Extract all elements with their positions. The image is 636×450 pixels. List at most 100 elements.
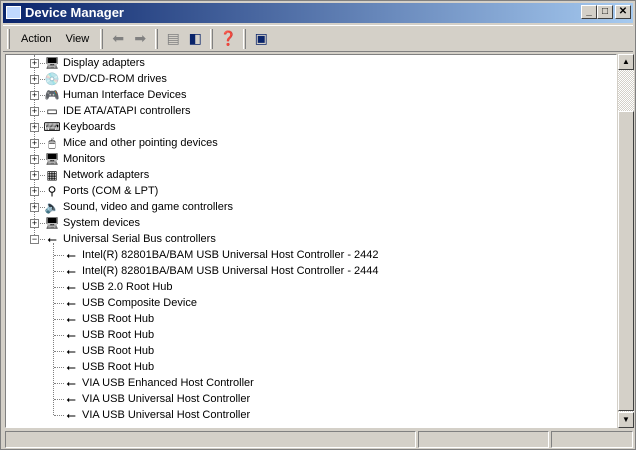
expand-toggle[interactable]: +: [30, 219, 39, 228]
usb-icon: ⭠: [47, 232, 57, 246]
close-button[interactable]: ✕: [615, 5, 631, 19]
tree-category[interactable]: 🖥 System devices: [44, 215, 140, 231]
usb-device-item[interactable]: ⭠ USB Root Hub: [63, 343, 154, 359]
category-label: Ports (COM & LPT): [63, 185, 159, 197]
ide-icon: ▭: [46, 104, 58, 118]
up-folder-icon[interactable]: ▤: [162, 29, 184, 49]
tree-category[interactable]: ▦ Network adapters: [44, 167, 149, 183]
device-label: USB Root Hub: [82, 345, 155, 357]
show-hide-tree-icon[interactable]: ◧: [184, 29, 206, 49]
monitor-icon: 🖥: [44, 152, 60, 166]
device-tree: + 🖥 Display adapters + 💿 DVD/CD-ROM driv…: [5, 54, 617, 428]
usb-device-item[interactable]: ⭠ VIA USB Enhanced Host Controller: [63, 375, 254, 391]
expand-toggle[interactable]: +: [30, 75, 39, 84]
status-pane-3: [551, 431, 633, 448]
device-label: USB 2.0 Root Hub: [82, 281, 173, 293]
tree-category[interactable]: ⌨ Keyboards: [43, 119, 116, 135]
usb-icon: ⭠: [66, 408, 76, 422]
tree-category[interactable]: 🖱 Mice and other pointing devices: [44, 135, 217, 151]
usb-icon: ⭠: [66, 376, 76, 390]
device-label: VIA USB Universal Host Controller: [82, 409, 251, 421]
category-label: Network adapters: [63, 169, 150, 181]
status-pane-1: [5, 431, 416, 448]
minimize-button[interactable]: _: [581, 5, 597, 19]
device-label: Intel(R) 82801BA/BAM USB Universal Host …: [82, 265, 379, 277]
menu-action[interactable]: Action: [14, 29, 59, 49]
expand-toggle[interactable]: +: [30, 203, 39, 212]
monitor-icon: 🖥: [44, 56, 60, 70]
category-label: Sound, video and game controllers: [63, 201, 233, 213]
properties-icon[interactable]: ▣: [250, 29, 272, 49]
toolbar-grip[interactable]: [7, 28, 10, 49]
usb-icon: ⭠: [66, 312, 76, 326]
device-label: Intel(R) 82801BA/BAM USB Universal Host …: [82, 249, 379, 261]
tree-category[interactable]: 🎮 Human Interface Devices: [44, 87, 187, 103]
expand-toggle[interactable]: −: [30, 235, 39, 244]
usb-device-item[interactable]: ⭠ VIA USB Universal Host Controller: [63, 391, 250, 407]
expand-toggle[interactable]: +: [30, 187, 39, 196]
expand-toggle[interactable]: +: [30, 107, 39, 116]
usb-device-item[interactable]: ⭠ USB Root Hub: [63, 327, 154, 343]
category-label: Display adapters: [63, 57, 145, 69]
usb-device-item[interactable]: ⭠ USB Composite Device: [63, 295, 197, 311]
hid-icon: 🎮: [44, 88, 60, 102]
tree-category[interactable]: ⚲ Ports (COM & LPT): [44, 183, 159, 199]
usb-device-item[interactable]: ⭠ USB Root Hub: [63, 311, 154, 327]
usb-icon: ⭠: [66, 264, 76, 278]
usb-device-item[interactable]: ⭠ USB Root Hub: [63, 359, 154, 375]
device-label: USB Root Hub: [82, 361, 155, 373]
title-bar: Device Manager _ □ ✕: [3, 3, 633, 23]
tree-category[interactable]: ⭠ Universal Serial Bus controllers: [44, 231, 216, 247]
device-label: VIA USB Universal Host Controller: [82, 393, 251, 405]
expand-toggle[interactable]: +: [30, 123, 39, 132]
toolbar-grip[interactable]: [100, 28, 104, 49]
computer-icon: 🖥: [44, 216, 60, 230]
tree-line: [53, 243, 54, 415]
expand-toggle[interactable]: +: [30, 139, 39, 148]
usb-device-item[interactable]: ⭠ USB 2.0 Root Hub: [63, 279, 173, 295]
separator: [243, 28, 247, 49]
forward-icon[interactable]: ➡: [129, 29, 151, 49]
expand-toggle[interactable]: +: [30, 171, 39, 180]
device-label: USB Root Hub: [82, 313, 155, 325]
scroll-up-button[interactable]: ▲: [618, 54, 634, 70]
port-icon: ⚲: [47, 184, 57, 198]
category-label: Monitors: [63, 153, 106, 165]
tree-category[interactable]: 💿 DVD/CD-ROM drives: [44, 71, 167, 87]
usb-icon: ⭠: [66, 248, 76, 262]
usb-device-item[interactable]: ⭠ Intel(R) 82801BA/BAM USB Universal Hos…: [63, 263, 379, 279]
keyboard-icon: ⌨: [43, 120, 61, 134]
maximize-button[interactable]: □: [597, 5, 613, 19]
status-pane-2: [418, 431, 549, 448]
expand-toggle[interactable]: +: [30, 91, 39, 100]
window-title: Device Manager: [25, 5, 124, 20]
expand-toggle[interactable]: +: [30, 59, 39, 68]
device-label: USB Composite Device: [82, 297, 197, 309]
vertical-scrollbar[interactable]: ▲ ▼: [618, 54, 634, 428]
menu-view[interactable]: View: [59, 29, 97, 49]
scroll-down-button[interactable]: ▼: [618, 412, 634, 428]
expand-toggle[interactable]: +: [30, 155, 39, 164]
separator: [155, 28, 159, 49]
cdrom-icon: 💿: [44, 72, 60, 86]
device-label: VIA USB Enhanced Host Controller: [82, 377, 254, 389]
tree-category[interactable]: ▭ IDE ATA/ATAPI controllers: [44, 103, 191, 119]
help-icon[interactable]: ❓: [217, 29, 239, 49]
network-icon: ▦: [46, 168, 58, 182]
usb-icon: ⭠: [66, 392, 76, 406]
tree-category[interactable]: 🔈 Sound, video and game controllers: [44, 199, 233, 215]
mouse-icon: 🖱: [48, 136, 56, 150]
tree-category[interactable]: 🖥 Display adapters: [44, 55, 145, 71]
category-label: Keyboards: [63, 121, 116, 133]
scroll-thumb[interactable]: [618, 111, 634, 411]
device-manager-icon: [6, 6, 21, 19]
category-label: IDE ATA/ATAPI controllers: [63, 105, 191, 117]
device-manager-window: Device Manager _ □ ✕ Action View ⬅ ➡ ▤ ◧…: [0, 0, 636, 450]
tree-category[interactable]: 🖥 Monitors: [44, 151, 105, 167]
usb-icon: ⭠: [66, 328, 76, 342]
toolbar: Action View ⬅ ➡ ▤ ◧ ❓ ▣: [3, 25, 633, 52]
usb-device-item[interactable]: ⭠ Intel(R) 82801BA/BAM USB Universal Hos…: [63, 247, 379, 263]
device-label: USB Root Hub: [82, 329, 155, 341]
usb-device-item[interactable]: ⭠ VIA USB Universal Host Controller: [63, 407, 250, 423]
back-icon[interactable]: ⬅: [107, 29, 129, 49]
